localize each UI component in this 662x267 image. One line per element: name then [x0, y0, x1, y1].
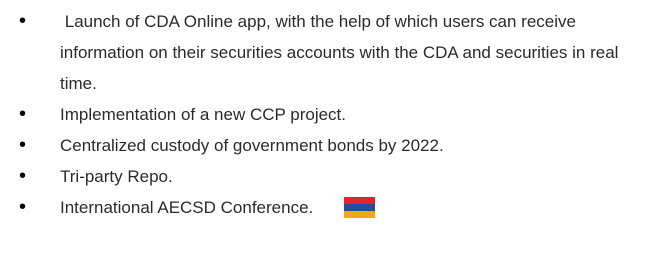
list-item: • Implementation of a new CCP project. — [0, 99, 662, 130]
list-item: • International AECSD Conference. — [0, 192, 662, 223]
flag-stripe-orange — [344, 211, 375, 218]
bullet-dot: • — [19, 10, 27, 32]
bullet-dot: • — [19, 196, 27, 218]
list-item-text: Tri-party Repo. — [60, 167, 173, 186]
armenia-flag-icon — [344, 197, 375, 218]
list-item: • Tri-party Repo. — [0, 161, 662, 192]
list-item: • Launch of CDA Online app, with the hel… — [0, 6, 662, 99]
list-item-text: International AECSD Conference. — [60, 198, 314, 217]
list-item-text: Implementation of a new CCP project. — [60, 105, 346, 124]
list-item-text: Launch of CDA Online app, with the help … — [60, 12, 624, 93]
flag-stripe-blue — [344, 204, 375, 211]
list-item: • Centralized custody of government bond… — [0, 130, 662, 161]
bullet-list: • Launch of CDA Online app, with the hel… — [0, 0, 662, 223]
bullet-dot: • — [19, 134, 27, 156]
list-item-text: Centralized custody of government bonds … — [60, 136, 444, 155]
bullet-dot: • — [19, 103, 27, 125]
bullet-dot: • — [19, 165, 27, 187]
flag-stripe-red — [344, 197, 375, 204]
